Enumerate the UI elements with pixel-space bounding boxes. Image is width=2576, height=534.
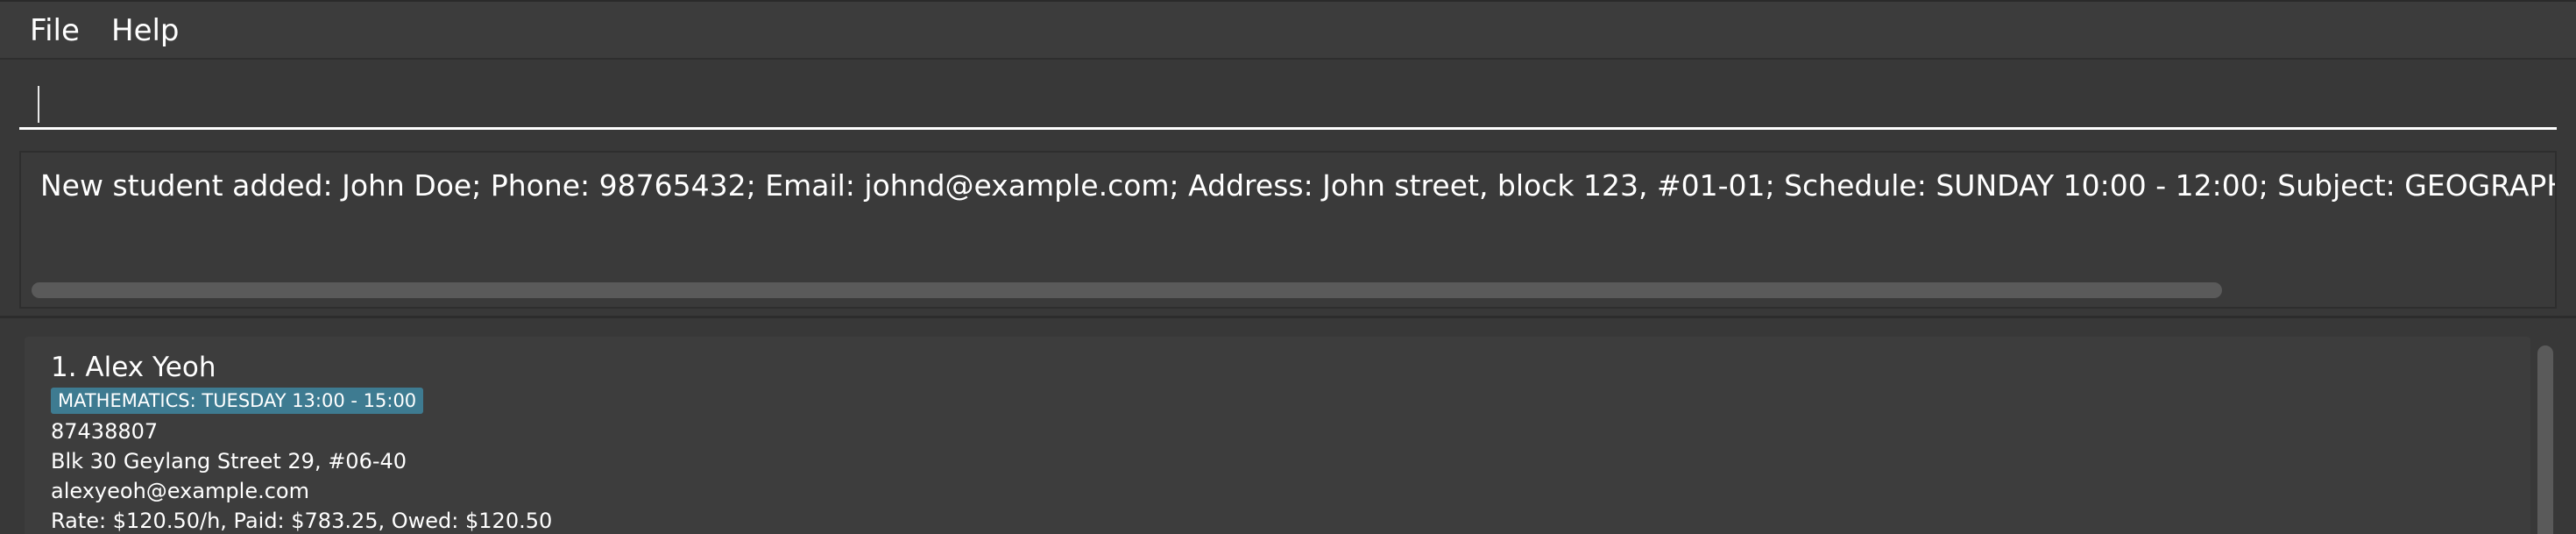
result-display: New student added: John Doe; Phone: 9876… [19, 151, 2557, 309]
list-vertical-scrollbar[interactable] [2537, 345, 2553, 534]
person-card[interactable]: 1. Alex Yeoh MATHEMATICS: TUESDAY 13:00 … [25, 337, 2530, 534]
result-horizontal-scrollbar[interactable] [32, 282, 2222, 298]
app-window: File Help New student added: John Doe; P… [0, 0, 2576, 534]
person-name: 1. Alex Yeoh [51, 352, 216, 383]
command-input[interactable] [19, 68, 2557, 130]
divider [0, 316, 2576, 318]
menu-help[interactable]: Help [111, 13, 180, 48]
result-message: New student added: John Doe; Phone: 9876… [40, 168, 2555, 203]
person-list: 1. Alex Yeoh MATHEMATICS: TUESDAY 13:00 … [19, 331, 2557, 534]
person-email: alexyeoh@example.com [51, 479, 309, 503]
person-address: Blk 30 Geylang Street 29, #06-40 [51, 449, 407, 473]
menu-file[interactable]: File [30, 13, 80, 48]
text-caret [38, 86, 39, 123]
command-box-container [0, 60, 2576, 137]
person-fees: Rate: $120.50/h, Paid: $783.25, Owed: $1… [51, 509, 553, 533]
subject-schedule-tag: MATHEMATICS: TUESDAY 13:00 - 15:00 [51, 388, 424, 414]
menu-bar: File Help [0, 0, 2576, 60]
person-phone: 87438807 [51, 419, 159, 444]
